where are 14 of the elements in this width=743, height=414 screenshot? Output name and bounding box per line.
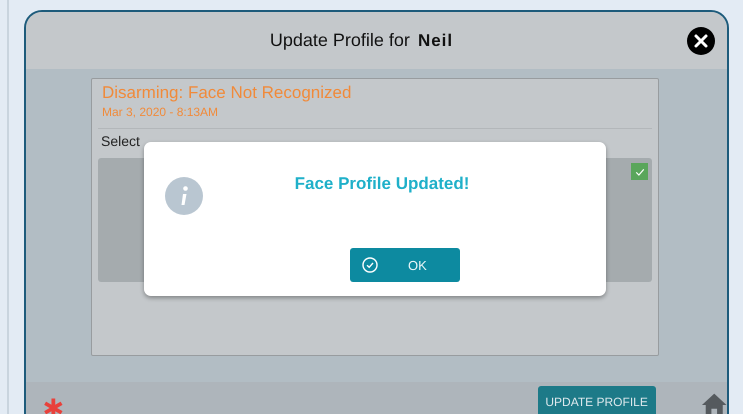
checkbox[interactable] xyxy=(631,163,648,180)
check-circle-icon xyxy=(362,257,378,273)
event-time: Mar 3, 2020 - 8:13AM xyxy=(101,104,220,120)
update-profile-button[interactable]: UPDATE PROFILE xyxy=(538,386,656,414)
instruction-text: Select xyxy=(100,133,140,149)
ok-button[interactable]: OK xyxy=(350,248,460,282)
asterisk-icon xyxy=(42,396,65,414)
home-icon[interactable] xyxy=(700,392,727,414)
info-icon xyxy=(165,177,203,215)
close-icon[interactable] xyxy=(687,27,715,55)
user-name: Neil xyxy=(418,31,454,51)
modal-title: Update Profile for xyxy=(270,30,410,51)
dialog-message: Face Profile Updated! xyxy=(294,174,470,194)
event-title: Disarming: Face Not Recognized xyxy=(101,82,352,104)
